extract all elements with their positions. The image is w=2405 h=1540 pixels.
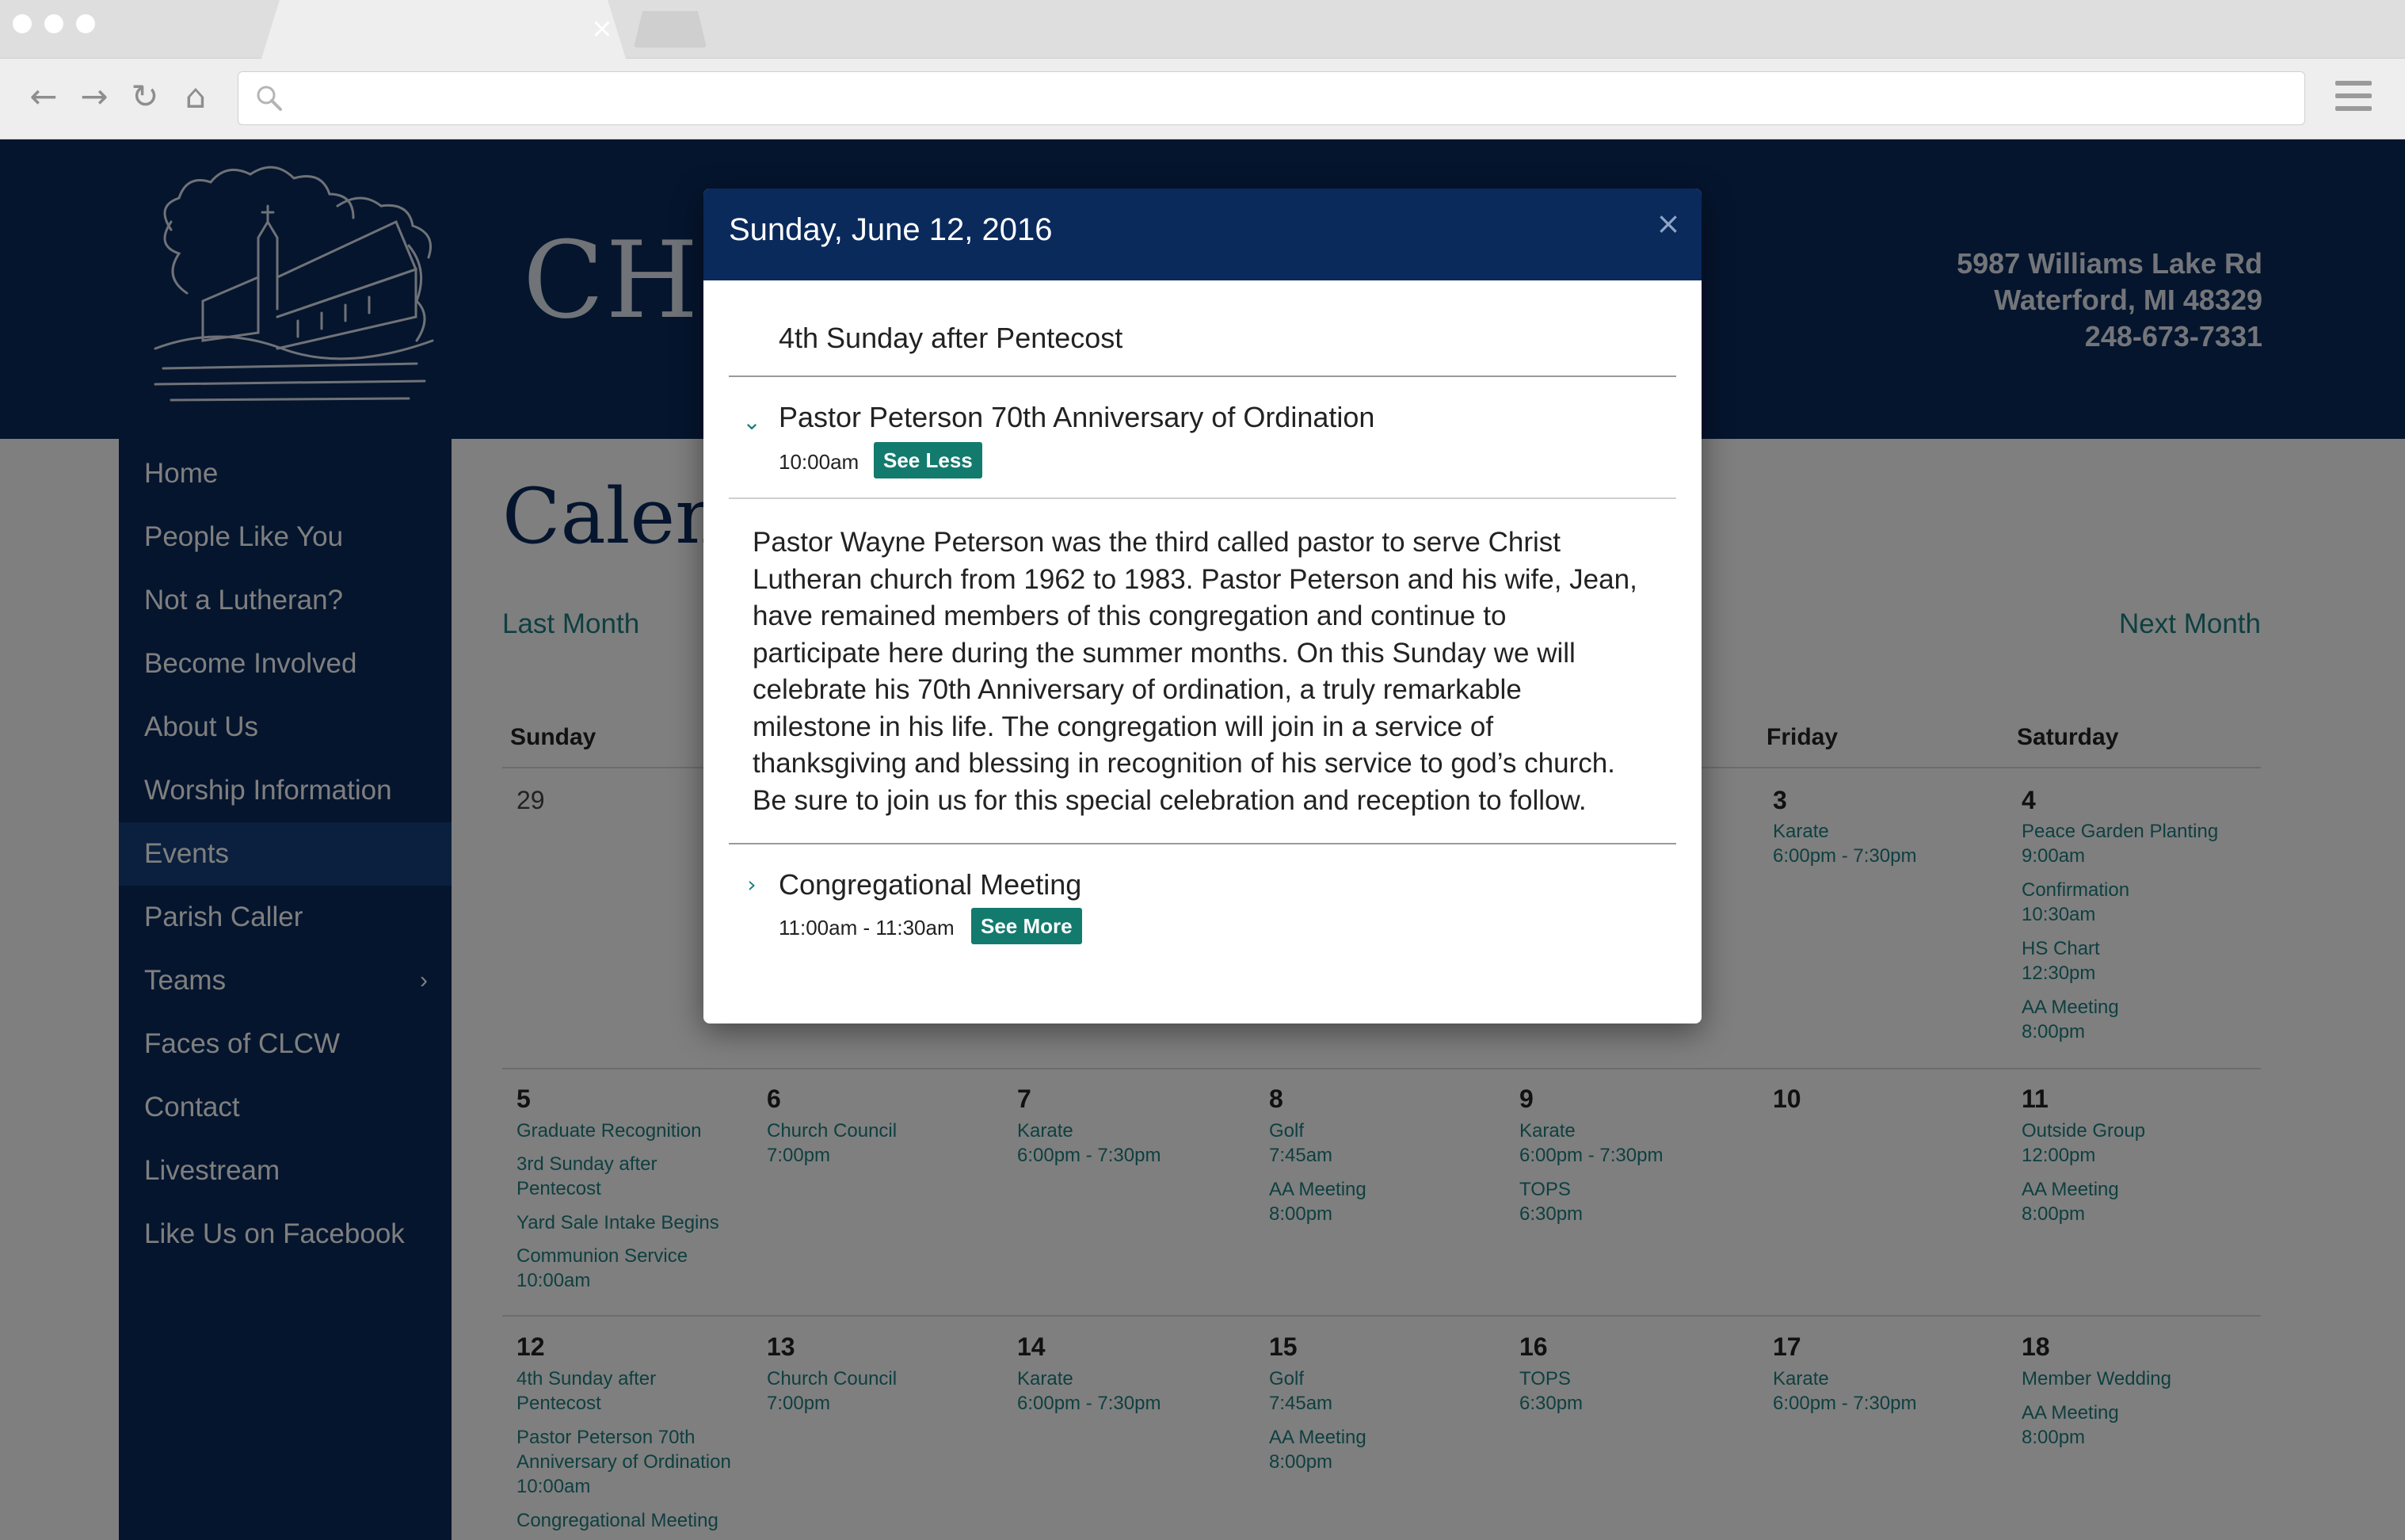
- description-line: have remained members of this congregati…: [753, 600, 1507, 631]
- event-day-modal: Sunday, June 12, 2016 × 4th Sunday after…: [703, 189, 1702, 1023]
- event-1-time: 10:00am: [779, 450, 859, 474]
- reload-icon[interactable]: ↻: [125, 76, 165, 117]
- window-close-dot[interactable]: [13, 14, 32, 33]
- modal-header: Sunday, June 12, 2016 ×: [703, 189, 1702, 280]
- chevron-right-icon[interactable]: ›: [740, 873, 764, 897]
- tab-close-icon[interactable]: ×: [588, 11, 616, 46]
- description-line: thanksgiving and blessing in recognition…: [753, 748, 1615, 779]
- see-more-button[interactable]: See More: [971, 908, 1082, 944]
- browser-tab[interactable]: [261, 0, 626, 59]
- window-maximize-dot[interactable]: [76, 14, 95, 33]
- window-minimize-dot[interactable]: [44, 14, 63, 33]
- forward-icon[interactable]: →: [74, 76, 114, 117]
- home-icon[interactable]: ⌂: [176, 76, 215, 117]
- new-tab-button[interactable]: [634, 11, 707, 48]
- see-less-button[interactable]: See Less: [874, 442, 982, 478]
- chevron-down-icon[interactable]: ⌄: [740, 410, 764, 434]
- description-line: Lutheran church from 1962 to 1983. Pasto…: [753, 563, 1637, 595]
- modal-divider: [729, 375, 1676, 377]
- event-1-title[interactable]: Pastor Peterson 70th Anniversary of Ordi…: [779, 401, 1374, 434]
- modal-liturgical-day: 4th Sunday after Pentecost: [779, 322, 1123, 354]
- event-2-title[interactable]: Congregational Meeting: [779, 868, 1081, 902]
- description-line: Be sure to join us for this special cele…: [753, 784, 1587, 816]
- description-line: participate here during the summer month…: [753, 637, 1576, 669]
- address-bar[interactable]: [238, 71, 2305, 125]
- browser-menu-icon[interactable]: [2335, 78, 2372, 117]
- event-2-time: 11:00am - 11:30am: [779, 916, 955, 940]
- modal-title: Sunday, June 12, 2016: [729, 212, 1053, 247]
- description-line: Pastor Wayne Peterson was the third call…: [753, 527, 1561, 558]
- search-icon: [257, 86, 282, 111]
- description-line: milestone in his life. The congregation …: [753, 711, 1494, 742]
- back-icon[interactable]: ←: [24, 76, 63, 117]
- description-line: celebrate his 70th Anniversary of ordina…: [753, 674, 1522, 705]
- modal-divider: [729, 497, 1676, 499]
- modal-divider: [729, 843, 1676, 844]
- event-1-description: Pastor Wayne Peterson was the third call…: [753, 524, 1664, 819]
- close-icon[interactable]: ×: [1652, 208, 1684, 239]
